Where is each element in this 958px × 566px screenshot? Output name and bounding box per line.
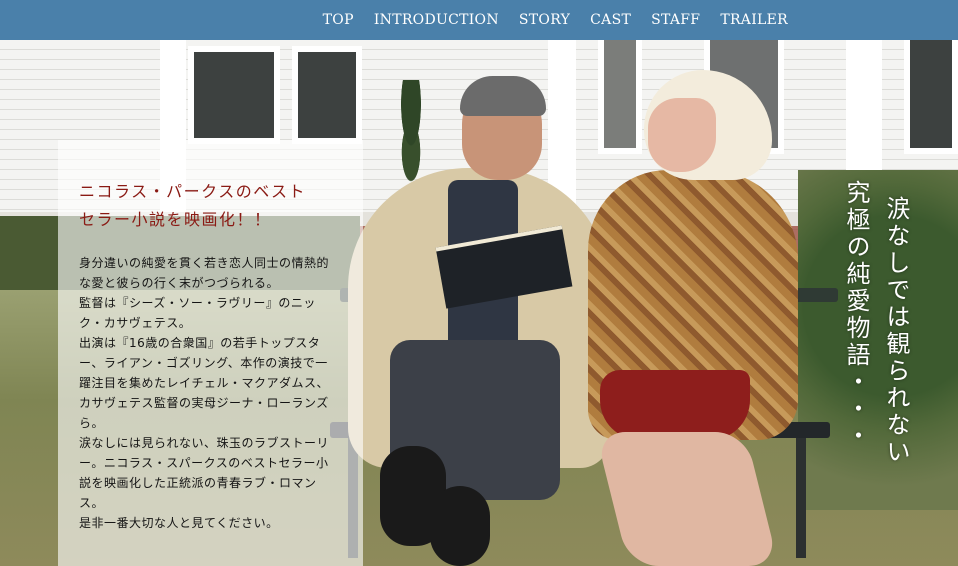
man-hair bbox=[460, 76, 546, 116]
tagline-line-2: 究極の純愛物語・・・ bbox=[842, 180, 870, 450]
body-line: カサヴェテス監督の実母ジーナ・ローランズ bbox=[79, 396, 329, 410]
body-line: 監督は『シーズ・ソー・ラヴリー』のニッ bbox=[79, 296, 316, 310]
house-window bbox=[188, 46, 280, 144]
body-line: ス。 bbox=[79, 496, 105, 510]
bench-leg bbox=[796, 438, 806, 558]
headline-line: ニコラス・パークスのベスト bbox=[79, 182, 307, 201]
body-line: 出演は『16歳の合衆国』の若手トップスタ bbox=[79, 336, 321, 350]
man-shoe bbox=[430, 486, 490, 566]
body-line: 涙なしには見られない、珠玉のラブストーリ bbox=[79, 436, 330, 450]
woman-face bbox=[648, 98, 716, 172]
body-line: ら。 bbox=[79, 416, 105, 430]
intro-body-text: 身分違いの純愛を貫く若き恋人同士の情熱的 な愛と彼らの行く末がつづられる。 監督… bbox=[79, 253, 351, 533]
nav-link-staff[interactable]: STAFF bbox=[651, 12, 700, 28]
nav-menu: TOP INTRODUCTION STORY CAST STAFF TRAILE… bbox=[323, 0, 788, 40]
body-line: ー、ライアン・ゴズリング、本作の演技で一 bbox=[79, 356, 328, 370]
body-line: 身分違いの純愛を貫く若き恋人同士の情熱的 bbox=[79, 256, 330, 270]
body-line: 躍注目を集めたレイチェル・マクアダムス、 bbox=[79, 376, 330, 390]
nav-link-cast[interactable]: CAST bbox=[590, 12, 631, 28]
house-window bbox=[598, 40, 642, 154]
top-navigation-bar: TOP INTRODUCTION STORY CAST STAFF TRAILE… bbox=[0, 0, 958, 40]
nav-link-trailer[interactable]: TRAILER bbox=[720, 12, 788, 28]
body-line: ー。ニコラス・スパークスのベストセラー小 bbox=[79, 456, 329, 470]
body-line: 是非一番大切な人と見てください。 bbox=[79, 516, 279, 530]
woman-dress bbox=[600, 370, 750, 440]
house-window bbox=[292, 46, 362, 144]
vertical-tagline: 涙なしでは観られない 究極の純愛物語・・・ bbox=[836, 180, 916, 526]
nav-link-story[interactable]: STORY bbox=[519, 12, 570, 28]
body-line: ク・カサヴェテス。 bbox=[79, 316, 192, 330]
body-line: 説を映画化した正統派の青春ラブ・ロマン bbox=[79, 476, 317, 490]
nav-link-introduction[interactable]: INTRODUCTION bbox=[374, 12, 499, 28]
intro-headline: ニコラス・パークスのベスト セラー小説を映画化！！ bbox=[79, 178, 359, 234]
body-line: な愛と彼らの行く末がつづられる。 bbox=[79, 276, 280, 290]
house-window bbox=[904, 40, 958, 154]
headline-line: セラー小説を映画化！！ bbox=[79, 210, 272, 229]
introduction-panel: ニコラス・パークスのベスト セラー小説を映画化！！ 身分違いの純愛を貫く若き恋人… bbox=[58, 140, 363, 566]
tagline-line-1: 涙なしでは観られない bbox=[882, 196, 910, 466]
nav-link-top[interactable]: TOP bbox=[323, 12, 354, 28]
